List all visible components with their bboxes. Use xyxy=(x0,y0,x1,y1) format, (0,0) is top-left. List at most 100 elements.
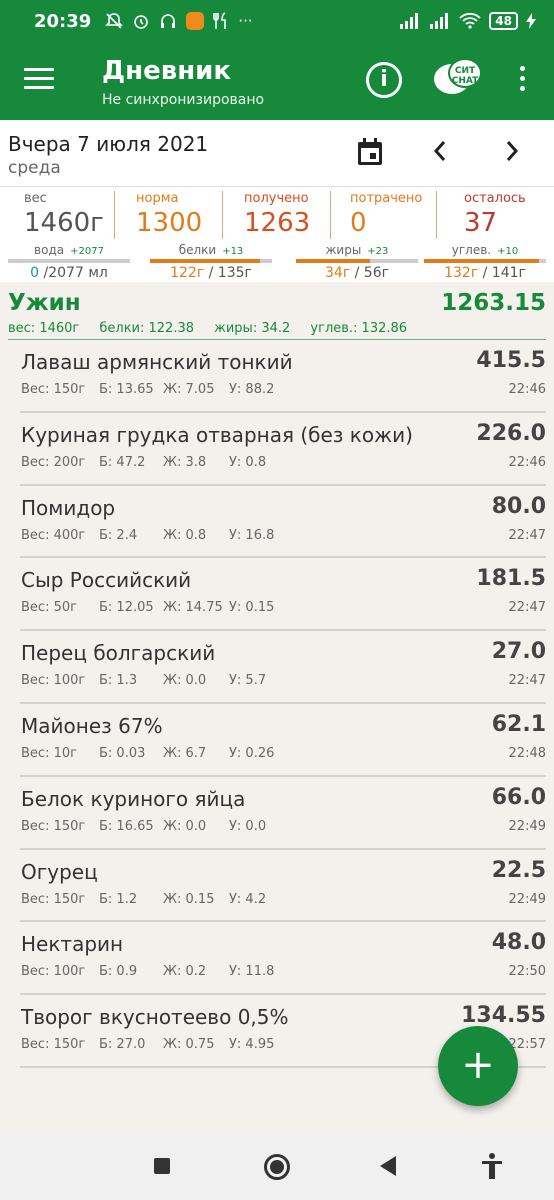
food-kcal: 62.1 xyxy=(491,711,546,737)
battery-icon: 48 xyxy=(489,12,518,30)
charging-icon xyxy=(526,13,536,29)
summary-weight: вес 1460г xyxy=(24,191,104,238)
status-right: 48 xyxy=(399,12,536,30)
food-stats: Вес: 100г Б: 0.9 Ж: 0.2 У: 11.8 xyxy=(21,964,275,980)
food-time: 22:48 xyxy=(508,745,546,761)
food-item[interactable]: Куриная грудка отварная (без кожи) 226.0 В… xyxy=(20,413,546,486)
info-icon[interactable]: i xyxy=(366,62,402,98)
app-notification-icon xyxy=(186,12,205,30)
food-name: Куриная грудка отварная (без кожи) xyxy=(21,422,413,447)
food-item[interactable]: Белок куриного яйца 66.0 Вес: 150г Б: 16.65… xyxy=(20,777,546,850)
chat-icon[interactable]: СИТ CHAT xyxy=(434,56,484,100)
headphones-icon xyxy=(161,14,176,28)
food-kcal: 80.0 xyxy=(491,493,546,519)
food-kcal: 22.5 xyxy=(491,857,546,883)
food-time: 22:47 xyxy=(508,527,546,543)
food-list: Лаваш армянский тонкий 415.5 Вес: 150г Б: 1… xyxy=(0,340,554,1068)
food-kcal: 48.0 xyxy=(491,930,546,956)
food-stats: Вес: 150г Б: 13.65 Ж: 7.05 У: 88.2 xyxy=(21,382,275,397)
food-stats: Вес: 150г Б: 16.65 Ж: 0.0 У: 0.0 xyxy=(21,818,267,834)
add-food-button[interactable]: + xyxy=(438,1026,518,1106)
food-item[interactable]: Нектарин 48.0 Вес: 100г Б: 0.9 Ж: 0.2 У: 11.8… xyxy=(20,922,546,996)
weekday-label: среда xyxy=(8,158,61,178)
food-item[interactable]: Перец болгарский 27.0 Вес: 100г Б: 1.3 Ж: 0.… xyxy=(20,631,546,704)
system-nav-bar xyxy=(0,1134,554,1200)
recents-icon[interactable] xyxy=(154,1158,170,1174)
meal-total-kcal: 1263.15 xyxy=(441,290,546,316)
food-kcal: 66.0 xyxy=(491,784,546,810)
food-name: Перец болгарский xyxy=(21,641,216,666)
restaurant-icon xyxy=(213,12,227,29)
macro-fat-bar xyxy=(296,259,418,263)
food-item[interactable]: Огурец 22.5 Вес: 150г Б: 1.2 Ж: 0.15 У: 4.2 22… xyxy=(20,850,546,923)
food-name: Нектарин xyxy=(21,932,124,957)
food-stats: Вес: 10г Б: 0.03 Ж: 6.7 У: 0.26 xyxy=(21,745,275,761)
food-kcal: 181.5 xyxy=(476,566,546,592)
food-name: Помидор xyxy=(21,495,116,520)
food-time: 22:49 xyxy=(508,818,546,834)
chevron-left-icon[interactable] xyxy=(432,138,448,164)
food-kcal: 226.0 xyxy=(476,420,546,446)
food-time: 22:46 xyxy=(508,382,546,397)
food-name: Лаваш армянский тонкий xyxy=(21,350,293,374)
food-item[interactable]: Лаваш армянский тонкий 415.5 Вес: 150г Б: 1… xyxy=(20,340,546,413)
macro-carbs: углев. +10 132г / 141г xyxy=(424,243,546,281)
food-time: 22:47 xyxy=(508,673,546,689)
status-time: 20:39 xyxy=(34,10,92,32)
summary-received: получено 1263 xyxy=(244,191,311,238)
chevron-right-icon[interactable] xyxy=(504,138,520,164)
wifi-icon xyxy=(459,13,481,29)
summary-remaining: осталось 37 xyxy=(464,191,526,238)
food-stats: Вес: 150г Б: 27.0 Ж: 0.75 У: 4.95 xyxy=(21,1037,275,1053)
food-name: Белок куриного яйца xyxy=(21,786,246,811)
food-name: Творог вкуснотеево 0,5% xyxy=(21,1005,289,1030)
macro-fat: жиры +23 34г / 56г xyxy=(296,243,418,281)
food-name: Огурец xyxy=(21,859,98,884)
food-stats: Вес: 50г Б: 12.05 Ж: 14.75 У: 0.15 xyxy=(21,600,275,616)
macro-carbs-bar xyxy=(424,259,546,263)
food-time: 22:50 xyxy=(508,964,546,980)
food-name: Майонез 67% xyxy=(21,713,163,738)
status-icons: ··· xyxy=(105,12,253,30)
food-kcal: 415.5 xyxy=(476,348,546,373)
accessibility-icon[interactable] xyxy=(480,1152,504,1180)
calendar-icon[interactable] xyxy=(357,138,383,166)
summary-spent: потрачено 0 xyxy=(350,191,423,238)
hamburger-menu-icon[interactable] xyxy=(24,68,54,92)
signal-icon xyxy=(400,13,419,29)
back-icon[interactable] xyxy=(380,1156,396,1176)
more-vert-icon[interactable] xyxy=(516,66,528,96)
signal-icon-2 xyxy=(430,13,449,29)
macro-protein-bar xyxy=(150,259,272,263)
meal-name: Ужин xyxy=(8,290,81,316)
food-stats: Вес: 150г Б: 1.2 Ж: 0.15 У: 4.2 xyxy=(21,891,267,907)
daily-summary: вес 1460г норма 1300 получено 1263 потра… xyxy=(0,186,554,282)
meal-header[interactable]: Ужин 1263.15 вес: 1460г белки: 122.38 жи… xyxy=(0,286,554,340)
food-time: 22:46 xyxy=(508,454,546,470)
app-toolbar: Дневник Не синхронизировано i СИТ CHAT xyxy=(0,42,554,120)
macro-water: вода +2077 0 /2077 мл xyxy=(8,243,130,281)
more-notifications-icon: ··· xyxy=(238,12,253,30)
home-icon[interactable] xyxy=(264,1154,290,1180)
food-stats: Вес: 100г Б: 1.3 Ж: 0.0 У: 5.7 xyxy=(21,673,267,689)
food-stats: Вес: 200г Б: 47.2 Ж: 3.8 У: 0.8 xyxy=(21,454,267,470)
food-item[interactable]: Помидор 80.0 Вес: 400г Б: 2.4 Ж: 0.8 У: 16.8 2… xyxy=(20,486,546,559)
food-stats: Вес: 400г Б: 2.4 Ж: 0.8 У: 16.8 xyxy=(21,527,275,543)
food-time: 22:49 xyxy=(508,891,546,907)
meal-stats: вес: 1460г белки: 122.38 жиры: 34.2 угле… xyxy=(8,321,408,336)
food-kcal: 27.0 xyxy=(491,639,546,665)
bell-off-icon xyxy=(105,13,124,29)
food-kcal: 134.55 xyxy=(461,1003,546,1029)
macro-protein: белки +13 122г / 135г xyxy=(150,243,272,281)
food-item[interactable]: Майонез 67% 62.1 Вес: 10г Б: 0.03 Ж: 6.7 У: 0… xyxy=(20,704,546,777)
chat-icon-label: СИТ CHAT xyxy=(448,58,482,88)
status-bar: 20:39 ··· 48 xyxy=(0,0,554,42)
food-time: 22:47 xyxy=(508,600,546,616)
macro-water-bar xyxy=(8,259,130,263)
page-title: Дневник xyxy=(102,56,232,86)
alarm-icon xyxy=(134,15,149,29)
date-label[interactable]: Вчера 7 июля 2021 xyxy=(8,132,208,156)
date-row: Вчера 7 июля 2021 среда xyxy=(0,120,554,186)
food-item[interactable]: Сыр Российский 181.5 Вес: 50г Б: 12.05 Ж: 14… xyxy=(20,558,546,632)
food-name: Сыр Российский xyxy=(21,568,192,593)
